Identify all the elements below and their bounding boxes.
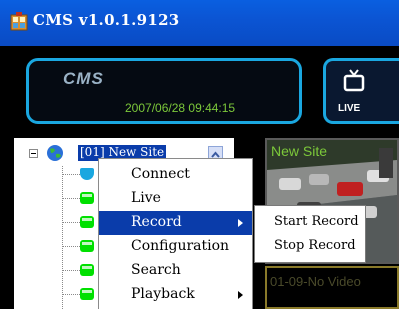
menu-item-label: Search <box>131 262 181 278</box>
header: CMS 2007/06/28 09:44:15 LIVE <box>0 46 399 138</box>
menu-item-record[interactable]: Record <box>99 211 252 235</box>
camera-icon[interactable] <box>80 264 94 276</box>
tv-icon <box>343 69 365 92</box>
camera-icon[interactable] <box>80 240 94 252</box>
camera-icon[interactable] <box>80 192 94 204</box>
cms-logo: CMS <box>63 69 104 88</box>
menu-item-label: Configuration <box>131 238 230 254</box>
camera-icon[interactable] <box>80 216 94 228</box>
live-label: LIVE <box>338 103 361 114</box>
tree-connector <box>62 222 80 223</box>
menu-item-label: Start Record <box>274 214 359 229</box>
video-site-label: New Site <box>271 143 328 159</box>
app-icon <box>10 12 28 31</box>
menu-item-playback[interactable]: Playback <box>99 283 252 307</box>
tree-connector <box>62 294 80 295</box>
tree-connector <box>62 198 80 199</box>
window-title: CMS v1.0.1.9123 <box>33 11 180 29</box>
record-submenu: Start Record Stop Record <box>254 205 366 263</box>
menu-item-label: Connect <box>131 166 190 182</box>
camera-icon[interactable] <box>80 288 94 300</box>
menu-item-stop-record[interactable]: Stop Record <box>255 234 365 258</box>
tree-connector <box>62 166 63 309</box>
menu-item-label: Playback <box>131 286 195 302</box>
menu-item-connect[interactable]: Connect <box>99 163 252 187</box>
menu-item-label: Record <box>131 214 182 230</box>
live-button[interactable]: LIVE <box>323 58 399 124</box>
submenu-arrow-icon <box>238 219 243 227</box>
globe-icon <box>47 145 63 161</box>
datetime-display: 2007/06/28 09:44:15 <box>125 101 236 115</box>
no-video-label: 01-09-No Video <box>270 274 361 289</box>
menu-item-start-record[interactable]: Start Record <box>255 210 365 234</box>
menu-item-label: Stop Record <box>274 238 356 253</box>
menu-item-live[interactable]: Live <box>99 187 252 211</box>
title-bar: CMS v1.0.1.9123 <box>0 0 399 46</box>
video-tile[interactable]: 01-09-No Video <box>265 266 399 309</box>
collapse-toggle[interactable] <box>29 149 38 158</box>
menu-item-search[interactable]: Search <box>99 259 252 283</box>
context-menu: Connect Live Record Configuration Search… <box>98 158 253 309</box>
tree-connector <box>62 270 80 271</box>
tree-connector <box>62 246 80 247</box>
tree-connector <box>62 174 80 175</box>
menu-item-label: Live <box>131 190 161 206</box>
cms-info-panel: CMS 2007/06/28 09:44:15 <box>26 58 302 124</box>
menu-item-configuration[interactable]: Configuration <box>99 235 252 259</box>
submenu-arrow-icon <box>238 291 243 299</box>
